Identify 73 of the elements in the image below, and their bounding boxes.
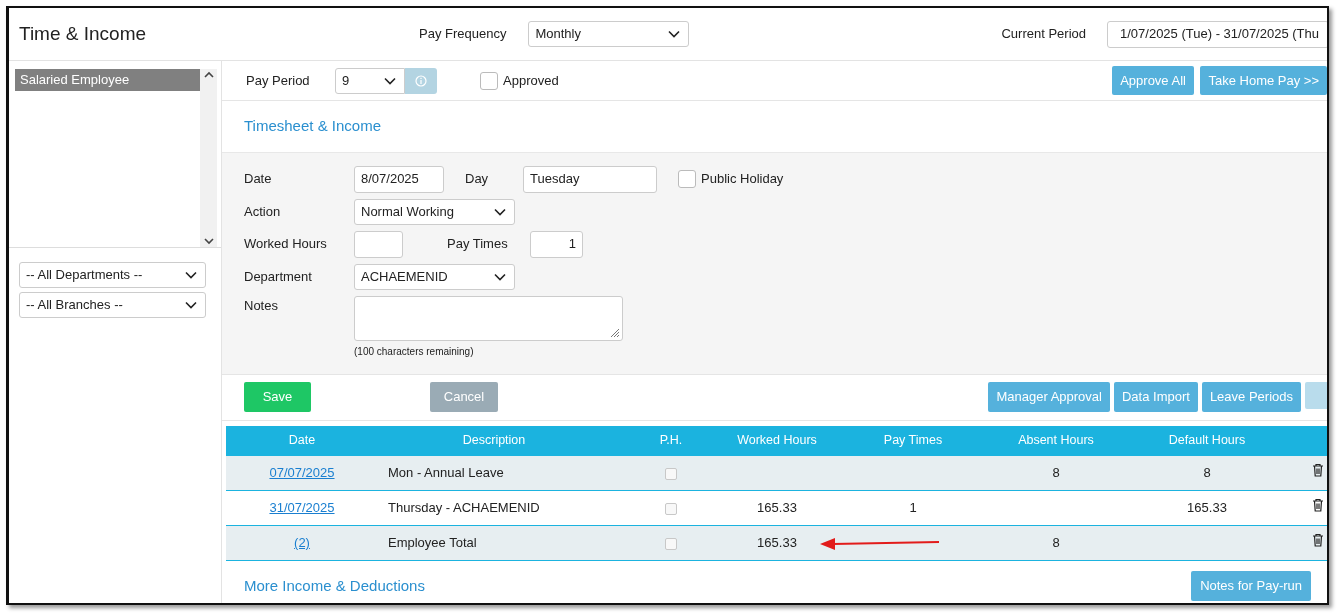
notes-button[interactable]: Notes for Pay-run [1191, 571, 1311, 601]
column-header: Pay Times [822, 425, 1004, 456]
trash-icon[interactable] [1312, 498, 1324, 513]
day-field: Tuesday [523, 165, 657, 193]
scroll-down-icon[interactable] [203, 238, 214, 245]
column-header: P.H. [610, 425, 732, 456]
table-cell: 165.33 [1187, 500, 1227, 516]
approved-checkbox[interactable] [480, 71, 498, 90]
table-cell: 8 [1203, 465, 1211, 480]
column-header: Absent Hours [1004, 425, 1108, 456]
page-title: Time & Income [19, 21, 148, 46]
table-cell: 8 [1052, 465, 1060, 480]
trash-icon[interactable] [1312, 533, 1324, 548]
scroll-up-icon[interactable] [203, 71, 214, 78]
chevron-down-icon [494, 207, 506, 216]
section-title: Timesheet & Income [243, 116, 382, 136]
field-label: Notes [244, 296, 279, 315]
checkbox-label: Public Holiday [701, 170, 784, 189]
pay-frequency-select[interactable]: Monthly [528, 21, 690, 47]
field-label: Date [244, 170, 273, 189]
table-link[interactable]: (2) [294, 535, 310, 551]
action-button[interactable]: Approve All [1112, 65, 1194, 96]
chevron-down-icon [668, 30, 681, 38]
info-icon [415, 74, 427, 87]
pay-period-select[interactable]: 9 [335, 67, 405, 94]
column-header: Default Hours [1108, 425, 1306, 456]
info-button[interactable] [405, 67, 437, 94]
action-button[interactable]: Leave Periods [1201, 382, 1301, 412]
helper-text: (100 characters remaining) [354, 344, 475, 359]
field-label: Worked Hours [244, 235, 328, 254]
date-field[interactable]: 8/07/2025 [354, 165, 444, 193]
department-select[interactable]: ACHAEMENID [354, 263, 515, 290]
table-cell: 1 [909, 500, 917, 516]
column-header: Worked Hours [732, 425, 822, 456]
table-cell: 165.33 [757, 535, 797, 551]
action-button[interactable]: Manager Approval [988, 382, 1110, 412]
field-label: Department [244, 267, 313, 286]
table-link[interactable]: 31/07/2025 [269, 500, 335, 516]
field-label: Pay Period [246, 71, 311, 90]
current-period-field: 1/07/2025 (Tue) - 31/07/2025 (Thu [1107, 20, 1327, 48]
notes-field[interactable] [354, 295, 623, 341]
field-label: Current Period [1001, 25, 1086, 44]
pay-times-field[interactable]: 1 [530, 230, 583, 258]
chevron-down-icon [185, 271, 197, 279]
action-button[interactable]: Take Home Pay >> [1200, 65, 1327, 96]
field-label: Pay Times [447, 235, 509, 254]
chevron-down-icon [494, 272, 506, 281]
column-header: Date [226, 425, 378, 456]
filter-select[interactable]: -- All Branches -- [19, 292, 206, 318]
table-cell: Mon - Annual Leave [388, 465, 504, 480]
column-header: Description [378, 425, 610, 456]
action-button[interactable]: Data Import [1113, 382, 1198, 412]
table-cell: 8 [1052, 535, 1060, 551]
scrollbar[interactable] [200, 69, 217, 247]
action-select[interactable]: Normal Working [354, 198, 515, 225]
table-cell: Thursday - ACHAEMENID [388, 500, 540, 516]
public-holiday-checkbox[interactable] [678, 170, 696, 188]
table-cell: 165.33 [757, 500, 797, 516]
trash-icon[interactable] [1312, 463, 1324, 477]
field-label: Day [465, 170, 490, 189]
filter-select[interactable]: -- All Departments -- [19, 262, 206, 288]
section-title: More Income & Deductions [244, 575, 425, 596]
chevron-down-icon [384, 76, 396, 85]
checkbox-label: Approved [503, 71, 559, 90]
save-button[interactable]: Save [244, 382, 311, 412]
table-link[interactable]: 07/07/2025 [269, 465, 335, 480]
employee-item[interactable]: Salaried Employee [15, 69, 200, 91]
worked-hours-field[interactable] [354, 230, 403, 258]
field-label: Pay Frequency [419, 25, 507, 44]
resize-grip-icon[interactable] [610, 327, 620, 338]
field-label: Action [244, 202, 282, 221]
table-cell: Employee Total [388, 535, 477, 551]
chevron-down-icon [185, 301, 197, 309]
